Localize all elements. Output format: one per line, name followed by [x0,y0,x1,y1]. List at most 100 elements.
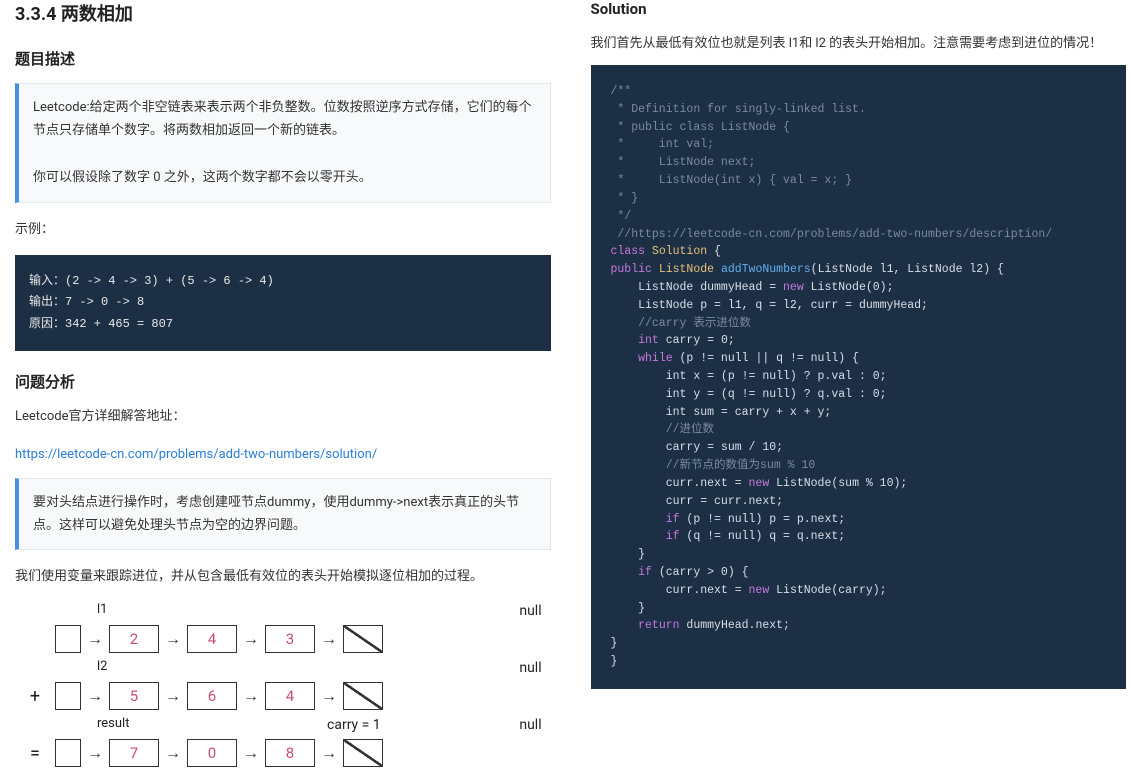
desc-heading: 题目描述 [15,48,551,69]
official-label: Leetcode官方详细解答地址： [15,406,551,428]
code-comment: /** [611,85,632,98]
code-text: ListNode(carry); [769,584,886,597]
null-label: null [511,717,551,733]
section-title: 3.3.4 两数相加 [15,0,551,26]
code-type: Solution [652,245,707,258]
code-text: } [611,548,646,561]
code-comment: //carry 表示进位数 [611,317,751,330]
code-type: ListNode [659,263,714,276]
code-text: int sum = carry + x + y; [611,406,832,419]
null-box [343,625,383,653]
code-keyword: new [783,281,804,294]
list-node: 5 [109,682,159,710]
code-keyword: while [638,352,673,365]
list-node: 4 [187,625,237,653]
code-comment: //新节点的数值为sum % 10 [611,459,816,472]
code-comment: * ListNode next; [611,156,756,169]
code-comment: */ [611,210,632,223]
code-text: (carry > 0) { [652,566,749,579]
list-node: 3 [265,625,315,653]
arrow-icon: → [87,629,103,649]
code-text: curr = curr.next; [611,495,784,508]
list-head-box [55,739,81,767]
code-text: ListNode(0); [804,281,894,294]
code-text: } [611,637,618,650]
code-text: } [611,602,646,615]
code-method: addTwoNumbers [721,263,811,276]
carry-label: carry = 1 [327,717,381,733]
example-code-block: 输入：(2 -> 4 -> 3) + (5 -> 6 -> 4) 输出：7 ->… [15,255,551,352]
list-node: 0 [187,739,237,767]
arrow-icon: → [165,629,181,649]
list-node: 4 [265,682,315,710]
code-comment: * public class ListNode { [611,121,790,134]
code-text: ListNode(sum % 10); [769,477,907,490]
plus-sign: + [15,686,55,707]
result-label: result [97,716,157,731]
arrow-icon: → [321,686,337,706]
code-text: (ListNode l1, ListNode l2) { [811,263,1004,276]
code-text: (q != null) q = q.next; [680,530,846,543]
code-keyword: class [611,245,646,258]
desc-paragraph-2: 你可以假设除了数字 0 之外，这两个数字都不会以零开头。 [33,166,536,189]
code-text: curr.next = [611,477,749,490]
list-node: 7 [109,739,159,767]
solution-heading: Solution [591,0,1127,18]
code-text: } [611,655,618,668]
null-box [343,682,383,710]
list-node: 2 [109,625,159,653]
code-comment: * Definition for singly-linked list. [611,103,866,116]
code-keyword: new [749,584,770,597]
solution-intro: 我们首先从最低有效位也就是列表 l1和 l2 的表头开始相加。注意需要考虑到进位… [591,32,1127,51]
official-solution-link[interactable]: https://leetcode-cn.com/problems/add-two… [15,447,377,462]
code-comment: * } [611,192,639,205]
code-text: dummyHead.next; [680,619,790,632]
code-text: carry = 0; [659,334,735,347]
example-label: 示例： [15,219,551,241]
null-label: null [511,603,551,619]
desc-paragraph-1: Leetcode:给定两个非空链表来表示两个非负整数。位数按照逆序方式存储，它们… [33,96,536,143]
code-comment: //https://leetcode-cn.com/problems/add-t… [611,228,1053,241]
l1-label: l1 [97,602,123,617]
tip-box: 要对头结点进行操作时，考虑创建哑节点dummy，使用dummy->next表示真… [15,478,551,551]
arrow-icon: → [243,629,259,649]
arrow-icon: → [87,743,103,763]
linked-list-diagram: l1 null → 2 → 4 → 3 → l2 null + → 5 [15,602,551,773]
description-box: Leetcode:给定两个非空链表来表示两个非负整数。位数按照逆序方式存储，它们… [15,83,551,203]
code-comment: * int val; [611,138,715,151]
analysis-heading: 问题分析 [15,371,551,392]
l2-label: l2 [97,659,123,674]
code-keyword: if [638,566,652,579]
code-keyword: public [611,263,652,276]
tip-text: 要对头结点进行操作时，考虑创建哑节点dummy，使用dummy->next表示真… [33,491,536,538]
list-node: 8 [265,739,315,767]
code-text: ListNode dummyHead = [611,281,784,294]
null-label: null [511,660,551,676]
arrow-icon: → [165,743,181,763]
code-comment: * ListNode(int x) { val = x; } [611,174,853,187]
code-text: (p != null || q != null) { [673,352,859,365]
null-box [343,739,383,767]
track-text: 我们使用变量来跟踪进位，并从包含最低有效位的表头开始模拟逐位相加的过程。 [15,566,551,588]
solution-code-block: /** * Definition for singly-linked list.… [591,65,1127,689]
code-keyword: if [666,530,680,543]
code-keyword: return [638,619,679,632]
code-text: (p != null) p = p.next; [680,513,846,526]
code-keyword: int [638,334,659,347]
arrow-icon: → [87,686,103,706]
code-text: int x = (p != null) ? p.val : 0; [611,370,887,383]
code-text: carry = sum / 10; [611,441,784,454]
code-comment: //进位数 [611,423,715,436]
arrow-icon: → [165,686,181,706]
arrow-icon: → [321,629,337,649]
code-text: ListNode p = l1, q = l2, curr = dummyHea… [611,299,928,312]
code-keyword: if [666,513,680,526]
code-text: curr.next = [611,584,749,597]
code-text: int y = (q != null) ? q.val : 0; [611,388,887,401]
equals-sign: = [15,743,55,764]
arrow-icon: → [321,743,337,763]
arrow-icon: → [243,743,259,763]
arrow-icon: → [243,686,259,706]
list-head-box [55,625,81,653]
code-keyword: new [749,477,770,490]
